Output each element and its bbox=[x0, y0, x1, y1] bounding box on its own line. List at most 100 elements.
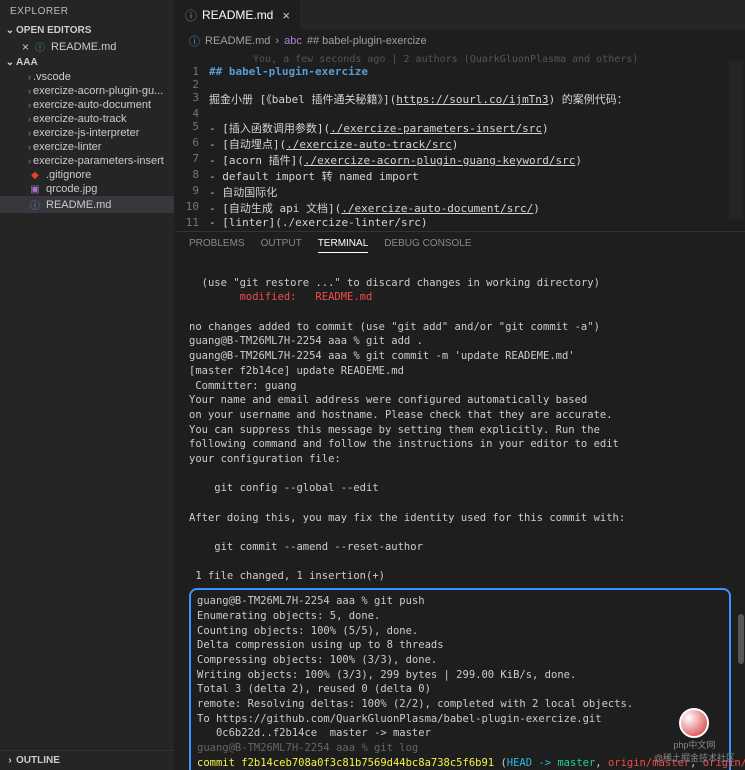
folder-label: exercize-auto-track bbox=[33, 113, 127, 125]
code-content bbox=[209, 78, 745, 91]
tab-readme[interactable]: ⓘ README.md × bbox=[175, 0, 301, 30]
close-icon[interactable]: × bbox=[282, 8, 290, 23]
folder-label: exercize-acorn-plugin-gu... bbox=[33, 85, 163, 97]
editor-line[interactable]: 1## babel-plugin-exercize bbox=[175, 65, 745, 78]
tab-label: README.md bbox=[202, 8, 273, 22]
editor-line[interactable]: 6- [自动埋点](./exercize-auto-track/src) bbox=[175, 136, 745, 152]
bottom-panel: PROBLEMS OUTPUT TERMINAL DEBUG CONSOLE (… bbox=[175, 231, 745, 770]
highlight-box: guang@B-TM26ML7H-2254 aaa % git push Enu… bbox=[189, 588, 731, 770]
chevron-right-icon: › bbox=[275, 35, 279, 47]
scrollbar-vertical[interactable] bbox=[737, 240, 745, 754]
file-label: .gitignore bbox=[46, 169, 91, 181]
editor-line[interactable]: 7- [acorn 插件](./exercize-acorn-plugin-gu… bbox=[175, 152, 745, 168]
folder-label: .vscode bbox=[33, 71, 71, 83]
folder-item[interactable]: ›exercize-js-interpreter bbox=[0, 126, 174, 140]
code-content: - [acorn 插件](./exercize-acorn-plugin-gua… bbox=[209, 152, 745, 168]
line-number: 8 bbox=[175, 168, 209, 184]
info-icon: ⓘ bbox=[33, 39, 47, 54]
chevron-right-icon: › bbox=[28, 142, 31, 152]
chevron-down-icon: ⌄ bbox=[4, 25, 16, 36]
line-number: 4 bbox=[175, 107, 209, 120]
editor-line[interactable]: 11- [linter](./exercize-linter/src) bbox=[175, 216, 745, 229]
file-label: qrcode.jpg bbox=[46, 183, 97, 195]
git-blame: You, a few seconds ago | 2 authors (Quar… bbox=[209, 54, 638, 65]
line-number: 9 bbox=[175, 184, 209, 200]
folder-item[interactable]: ›exercize-auto-document bbox=[0, 98, 174, 112]
folder-label: exercize-parameters-insert bbox=[33, 155, 164, 167]
chevron-right-icon: › bbox=[28, 72, 31, 82]
editor-line[interactable]: 9- 自动国际化 bbox=[175, 184, 745, 200]
folder-label: exercize-js-interpreter bbox=[33, 127, 139, 139]
line-number: 11 bbox=[175, 216, 209, 229]
info-icon: ⓘ bbox=[185, 7, 197, 24]
info-icon: ⓘ bbox=[28, 197, 42, 212]
git-icon: ◆ bbox=[28, 170, 42, 181]
watermark: php中文网 @稀土掘金技术社区 bbox=[654, 708, 735, 764]
scroll-thumb[interactable] bbox=[738, 614, 744, 664]
editor[interactable]: You, a few seconds ago | 2 authors (Quar… bbox=[175, 52, 745, 231]
php-logo-icon bbox=[679, 708, 709, 738]
line-number: 2 bbox=[175, 78, 209, 91]
tab-problems[interactable]: PROBLEMS bbox=[189, 238, 245, 253]
line-number: 3 bbox=[175, 91, 209, 107]
line-number: 7 bbox=[175, 152, 209, 168]
open-editors-label: OPEN EDITORS bbox=[16, 25, 91, 36]
folder-item[interactable]: ›exercize-linter bbox=[0, 140, 174, 154]
chevron-down-icon: ⌄ bbox=[4, 57, 16, 68]
panel-tabs: PROBLEMS OUTPUT TERMINAL DEBUG CONSOLE bbox=[175, 232, 745, 259]
workspace-header[interactable]: ⌄ AAA bbox=[0, 55, 174, 70]
folder-item[interactable]: ›exercize-auto-track bbox=[0, 112, 174, 126]
code-content: - [linter](./exercize-linter/src) bbox=[209, 216, 745, 229]
folder-item[interactable]: ›exercize-acorn-plugin-gu... bbox=[0, 84, 174, 98]
tab-output[interactable]: OUTPUT bbox=[261, 238, 302, 253]
line-number: 10 bbox=[175, 200, 209, 216]
watermark-sub: @稀土掘金技术社区 bbox=[654, 751, 735, 764]
code-content: - [自动生成 api 文档](./exercize-auto-document… bbox=[209, 200, 745, 216]
file-item[interactable]: ◆ .gitignore bbox=[0, 168, 174, 182]
info-icon: ⓘ bbox=[189, 33, 200, 49]
chevron-right-icon: › bbox=[28, 128, 31, 138]
editor-line[interactable]: 10- [自动生成 api 文档](./exercize-auto-docume… bbox=[175, 200, 745, 216]
close-icon[interactable]: × bbox=[22, 40, 29, 54]
file-label: README.md bbox=[46, 199, 111, 211]
explorer-sidebar: EXPLORER ⌄ OPEN EDITORS × ⓘ README.md ⌄ … bbox=[0, 0, 175, 770]
code-content: - default import 转 named import bbox=[209, 168, 745, 184]
code-content: - [自动埋点](./exercize-auto-track/src) bbox=[209, 136, 745, 152]
editor-line[interactable]: 8- default import 转 named import bbox=[175, 168, 745, 184]
folder-item[interactable]: ›exercize-parameters-insert bbox=[0, 154, 174, 168]
editor-line[interactable]: 4 bbox=[175, 107, 745, 120]
open-editor-label: README.md bbox=[51, 41, 116, 53]
folder-label: exercize-linter bbox=[33, 141, 101, 153]
outline-label: OUTLINE bbox=[16, 755, 60, 766]
editor-line[interactable]: 2 bbox=[175, 78, 745, 91]
image-icon: ▣ bbox=[28, 184, 42, 195]
chevron-right-icon: › bbox=[28, 86, 31, 96]
breadcrumbs[interactable]: ⓘ README.md › abc ## babel-plugin-exerci… bbox=[175, 30, 745, 52]
chevron-right-icon: › bbox=[28, 114, 31, 124]
line-number: 6 bbox=[175, 136, 209, 152]
open-editors-header[interactable]: ⌄ OPEN EDITORS bbox=[0, 23, 174, 38]
workspace-label: AAA bbox=[16, 57, 38, 68]
editor-line[interactable]: 3掘金小册 [《babel 插件通关秘籍》](https://sourl.co/… bbox=[175, 91, 745, 107]
folder-label: exercize-auto-document bbox=[33, 99, 151, 111]
chevron-right-icon: › bbox=[28, 156, 31, 166]
outline-header[interactable]: › OUTLINE bbox=[0, 750, 174, 770]
terminal[interactable]: (use "git restore ..." to discard change… bbox=[175, 259, 745, 770]
line-number: 5 bbox=[175, 120, 209, 136]
code-content: ## babel-plugin-exercize bbox=[209, 65, 745, 78]
folder-item[interactable]: ›.vscode bbox=[0, 70, 174, 84]
open-editor-item[interactable]: × ⓘ README.md bbox=[0, 38, 174, 55]
explorer-title: EXPLORER bbox=[0, 0, 174, 23]
breadcrumb-symbol: ## babel-plugin-exercize bbox=[307, 35, 427, 47]
code-content: - 自动国际化 bbox=[209, 184, 745, 200]
editor-line[interactable]: 5- [插入函数调用参数](./exercize-parameters-inse… bbox=[175, 120, 745, 136]
tab-terminal[interactable]: TERMINAL bbox=[318, 238, 369, 253]
chevron-right-icon: › bbox=[4, 755, 16, 766]
file-item[interactable]: ⓘ README.md bbox=[0, 196, 174, 213]
file-item[interactable]: ▣ qrcode.jpg bbox=[0, 182, 174, 196]
editor-content: ⓘ README.md × ⓘ README.md › abc ## babel… bbox=[175, 0, 745, 770]
code-content: - [插入函数调用参数](./exercize-parameters-inser… bbox=[209, 120, 745, 136]
tab-debug-console[interactable]: DEBUG CONSOLE bbox=[384, 238, 471, 253]
breadcrumb-file: README.md bbox=[205, 35, 270, 47]
minimap[interactable] bbox=[729, 60, 743, 220]
